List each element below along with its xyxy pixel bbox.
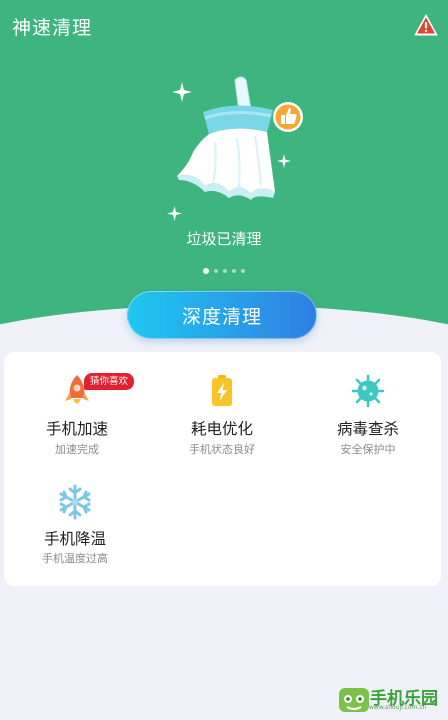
- feature-name: 耗电优化: [190, 420, 253, 438]
- clean-status: 垃圾已清理: [186, 230, 262, 248]
- sparkle-icon: [167, 206, 182, 221]
- snowflake-icon: [59, 484, 91, 520]
- feature-name: 病毒查杀: [336, 420, 399, 438]
- feature-virus-scan[interactable]: 病毒查杀 安全保护中: [298, 372, 438, 482]
- broom-icon: [177, 76, 303, 200]
- app-title: 神速清理: [12, 17, 93, 39]
- feature-status: 安全保护中: [340, 443, 396, 456]
- recommend-badge: 猜你喜欢: [84, 373, 135, 390]
- carousel-indicator[interactable]: [0, 268, 448, 274]
- carousel-dot[interactable]: [223, 269, 227, 273]
- carousel-dot[interactable]: [241, 269, 245, 273]
- virus-icon: [351, 374, 385, 408]
- feature-status: 手机状态良好: [189, 443, 255, 456]
- feature-name: 手机加速: [45, 420, 108, 438]
- feature-name: 手机降温: [43, 530, 106, 548]
- feature-status: 手机温度过高: [42, 552, 108, 565]
- warning-triangle-icon[interactable]: [414, 14, 438, 36]
- feature-battery-optimize[interactable]: 耗电优化 手机状态良好: [152, 372, 292, 482]
- watermark-url: www.shouji.com.cn: [369, 704, 427, 711]
- deep-clean-button[interactable]: 深度清理: [127, 291, 317, 339]
- thumbs-up-icon: [273, 102, 303, 132]
- carousel-dot[interactable]: [214, 269, 218, 273]
- feature-status: 加速完成: [55, 443, 99, 456]
- battery-icon: [212, 375, 232, 406]
- carousel-dot[interactable]: [203, 268, 209, 274]
- hero-section: 神速清理 垃圾已清理: [0, 0, 448, 330]
- feature-cool-down[interactable]: 手机降温 手机温度过高: [5, 484, 145, 574]
- carousel-dot[interactable]: [232, 269, 236, 273]
